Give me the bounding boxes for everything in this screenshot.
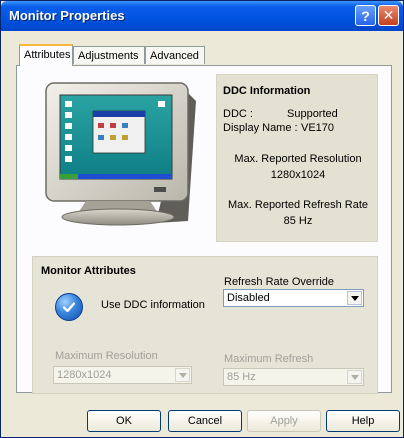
chevron-down-icon[interactable] [347, 291, 362, 305]
use-ddc-label[interactable]: Use DDC information [101, 299, 205, 311]
ddc-label: DDC : [223, 108, 253, 120]
max-reported-resolution-value: 1280x1024 [270, 169, 326, 181]
ok-button[interactable]: OK [87, 410, 161, 432]
title-bar[interactable]: Monitor Properties ? ✕ [1, 1, 403, 31]
monitor-attributes-title: Monitor Attributes [41, 265, 136, 277]
chevron-down-icon[interactable] [347, 370, 362, 384]
close-icon: ✕ [382, 7, 395, 23]
tab-advanced[interactable]: Advanced [145, 46, 205, 64]
monitor-icon [45, 82, 196, 226]
display-name-value: VE170 [301, 122, 335, 134]
monitor-attributes-group: Monitor Attributes Use DDC information R… [32, 256, 378, 394]
help-button[interactable]: Help [326, 410, 400, 432]
maximum-resolution-value: 1280x1024 [57, 369, 112, 381]
refresh-rate-override-label: Refresh Rate Override [224, 276, 335, 288]
close-button[interactable]: ✕ [378, 5, 399, 26]
ddc-info-title: DDC Information [223, 85, 311, 97]
refresh-rate-override-value: Disabled [227, 292, 270, 304]
chevron-down-icon[interactable] [175, 368, 190, 382]
apply-button[interactable]: Apply [247, 410, 321, 432]
ddc-value: Supported [287, 108, 338, 120]
max-reported-refresh-label: Max. Reported Refresh Rate [227, 199, 368, 211]
maximum-resolution-select[interactable]: 1280x1024 [53, 366, 192, 384]
maximum-refresh-label: Maximum Refresh [224, 353, 314, 365]
max-reported-resolution-label: Max. Reported Resolution [234, 153, 362, 165]
refresh-rate-override-select[interactable]: Disabled [223, 289, 364, 307]
tab-adjustments[interactable]: Adjustments [73, 46, 145, 64]
window-title: Monitor Properties [9, 8, 125, 23]
display-name-label: Display Name : [223, 122, 298, 134]
help-title-button[interactable]: ? [355, 5, 376, 26]
cancel-button[interactable]: Cancel [168, 410, 242, 432]
ddc-information-panel: DDC Information DDC : Supported Display … [216, 74, 378, 242]
max-reported-refresh-value: 85 Hz [283, 215, 313, 227]
maximum-refresh-select[interactable]: 85 Hz [223, 368, 364, 386]
maximum-resolution-label: Maximum Resolution [55, 350, 158, 362]
use-ddc-checkbox[interactable] [55, 293, 83, 321]
monitor-properties-window: Monitor Properties ? ✕ Attributes Adjust… [0, 0, 404, 438]
help-icon: ? [361, 7, 370, 24]
maximum-refresh-value: 85 Hz [227, 371, 256, 383]
tab-attributes[interactable]: Attributes [19, 44, 73, 66]
check-icon [62, 302, 76, 313]
